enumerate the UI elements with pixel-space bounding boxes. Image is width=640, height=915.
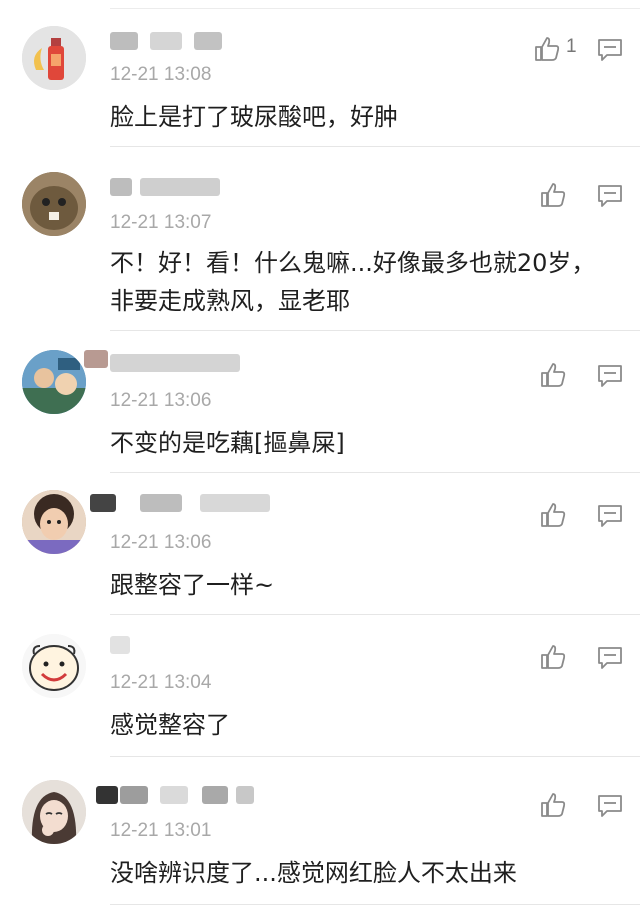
thumbs-up-icon [541, 503, 566, 527]
reply-button[interactable] [596, 362, 624, 390]
comment-icon [598, 505, 622, 527]
thumbs-up-icon [541, 793, 566, 817]
girl-avatar-icon [22, 490, 86, 554]
reply-button[interactable] [596, 182, 624, 210]
juice-bottle-avatar-icon [22, 26, 86, 90]
comment-text: 感觉整容了 [110, 711, 230, 739]
comment-time: 12-21 13:01 [110, 820, 212, 841]
avatar[interactable] [22, 172, 86, 236]
reply-button[interactable] [596, 502, 624, 530]
comment-icon [598, 795, 622, 817]
divider [110, 146, 640, 147]
reply-button[interactable] [596, 36, 624, 64]
comment-time: 12-21 13:06 [110, 390, 212, 411]
comment-text: 不！好！看！什么鬼嘛...好像最多也就20岁，非要走成熟风，显老耶 [110, 249, 596, 315]
avatar[interactable] [22, 350, 86, 414]
people-avatar-icon [22, 350, 86, 414]
comment-time: 12-21 13:07 [110, 212, 212, 233]
comment-icon [598, 39, 622, 61]
like-button[interactable] [538, 642, 568, 672]
anime-avatar-icon [22, 780, 86, 844]
divider [110, 904, 640, 905]
thumbs-up-icon [541, 645, 566, 669]
divider [110, 756, 640, 757]
smiley-avatar-icon [22, 634, 86, 698]
like-button[interactable] [538, 180, 568, 210]
comment-time: 12-21 13:04 [110, 672, 212, 693]
comment-icon [598, 185, 622, 207]
avatar[interactable] [22, 26, 86, 90]
comment-time: 12-21 13:08 [110, 64, 212, 85]
comment-text: 不变的是吃藕[摳鼻屎] [110, 429, 345, 457]
divider [110, 472, 640, 473]
divider [110, 330, 640, 331]
comment-text: 跟整容了一样~ [110, 571, 275, 599]
comment-icon [598, 365, 622, 387]
avatar[interactable] [22, 780, 86, 844]
comment-icon [598, 647, 622, 669]
comment-text: 脸上是打了玻尿酸吧，好肿 [110, 103, 398, 131]
bird-avatar-icon [22, 172, 86, 236]
like-button[interactable]: 1 [532, 34, 577, 64]
thumbs-up-icon [535, 37, 560, 61]
thumbs-up-icon [541, 363, 566, 387]
like-count: 1 [566, 36, 577, 57]
like-button[interactable] [538, 360, 568, 390]
comment-text: 没啥辨识度了...感觉网红脸人不太出来 [110, 859, 517, 887]
like-button[interactable] [538, 790, 568, 820]
like-button[interactable] [538, 500, 568, 530]
divider [110, 614, 640, 615]
avatar[interactable] [22, 490, 86, 554]
comment-time: 12-21 13:06 [110, 532, 212, 553]
top-divider [110, 8, 640, 9]
thumbs-up-icon [541, 183, 566, 207]
reply-button[interactable] [596, 792, 624, 820]
reply-button[interactable] [596, 644, 624, 672]
avatar[interactable] [22, 634, 86, 698]
